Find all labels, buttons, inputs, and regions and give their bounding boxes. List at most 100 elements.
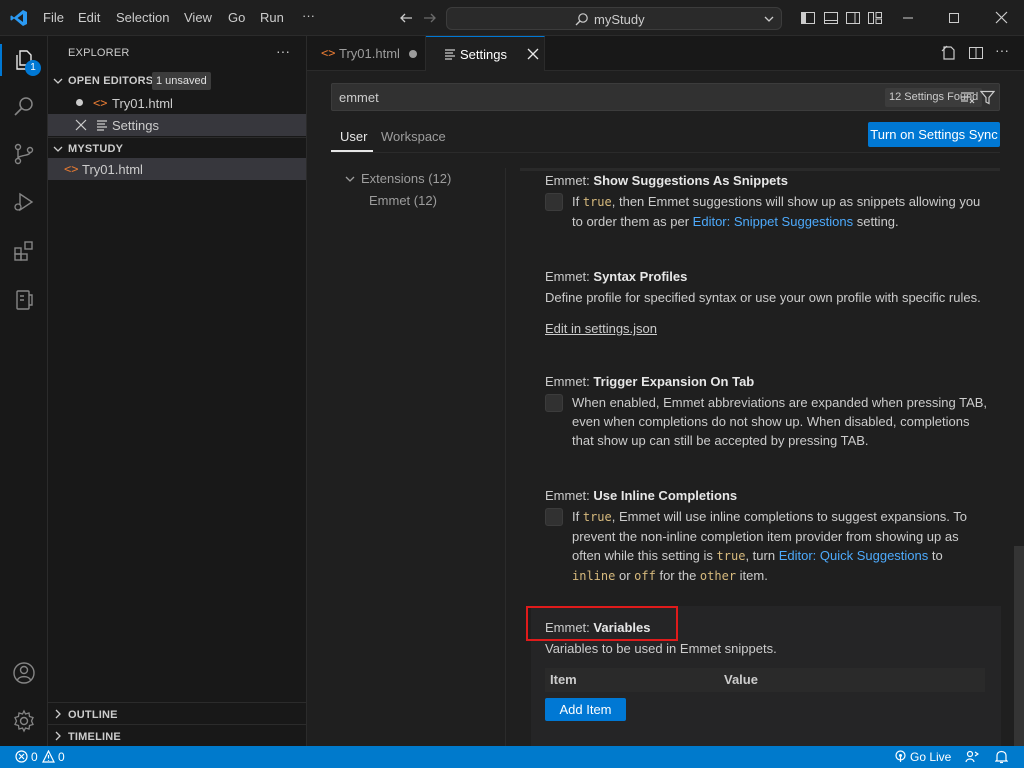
close-window-icon[interactable]: [995, 11, 1008, 24]
back-arrow-icon[interactable]: [399, 11, 413, 25]
open-editors-header[interactable]: OPEN EDITORS 1 unsaved: [48, 70, 306, 92]
status-bar: 0 0 Go Live: [0, 746, 1024, 768]
tab-label: Settings: [460, 47, 507, 62]
toc-divider: [505, 168, 506, 746]
menu-view[interactable]: View: [184, 10, 212, 25]
manage-gear-icon[interactable]: [12, 709, 36, 733]
clear-filter-icon[interactable]: [960, 91, 975, 104]
quick-suggestions-link[interactable]: Editor: Quick Suggestions: [779, 548, 929, 563]
more-actions-icon[interactable]: ···: [995, 42, 1009, 58]
forward-arrow-icon[interactable]: [423, 11, 437, 25]
setting-desc-inline-completions: If true, Emmet will use inline completio…: [572, 509, 968, 583]
minimize-icon[interactable]: [902, 12, 914, 24]
search-value: emmet: [339, 90, 379, 105]
filter-icon[interactable]: [980, 90, 995, 105]
extensions-icon[interactable]: [12, 239, 36, 263]
timeline-label: TIMELINE: [68, 731, 121, 743]
toggle-panel-icon[interactable]: [823, 10, 839, 26]
scope-tab-user[interactable]: User: [340, 129, 367, 144]
settings-editor: emmet 12 Settings Found User Workspace T…: [307, 71, 1024, 746]
tab-settings[interactable]: Settings: [426, 36, 545, 72]
close-icon[interactable]: [527, 48, 539, 60]
open-settings-json-icon[interactable]: [941, 45, 957, 61]
search-icon: [575, 12, 589, 26]
open-editor-label: Settings: [112, 118, 159, 133]
setting-title-inline-completions: Emmet: Use Inline Completions: [545, 488, 738, 503]
turn-on-settings-sync-button[interactable]: Turn on Settings Sync: [868, 122, 1000, 147]
tab-label: Try01.html: [339, 46, 400, 61]
html-file-icon: <>: [64, 162, 79, 176]
split-editor-icon[interactable]: [968, 45, 984, 61]
settings-file-icon: [444, 49, 456, 60]
command-center-search[interactable]: myStudy: [446, 7, 782, 30]
menu-selection[interactable]: Selection: [116, 10, 169, 25]
open-editor-item-try01[interactable]: <> Try01.html: [48, 92, 306, 114]
show-suggestions-checkbox[interactable]: [545, 193, 563, 211]
snippet-suggestions-link[interactable]: Editor: Snippet Suggestions: [693, 214, 853, 229]
settings-search-input[interactable]: emmet 12 Settings Found: [331, 83, 1000, 111]
menu-edit[interactable]: Edit: [78, 10, 100, 25]
source-control-icon[interactable]: [12, 142, 36, 166]
file-item-try01[interactable]: <> Try01.html: [48, 158, 306, 180]
title-bar: File Edit Selection View Go Run ··· mySt…: [0, 0, 1024, 36]
chevron-down-icon[interactable]: [763, 13, 775, 25]
toggle-primary-sidebar-icon[interactable]: [800, 10, 816, 26]
menu-run[interactable]: Run: [260, 10, 284, 25]
add-item-button[interactable]: Add Item: [545, 698, 626, 721]
go-live-button[interactable]: Go Live: [910, 750, 951, 764]
inline-completions-checkbox[interactable]: [545, 508, 563, 526]
command-center-label: myStudy: [594, 12, 645, 27]
feedback-icon[interactable]: [965, 750, 979, 763]
setting-desc-trigger-expansion: When enabled, Emmet abbreviations are ex…: [572, 395, 988, 448]
explorer-badge: 1: [25, 60, 41, 76]
explorer-more-actions[interactable]: ···: [276, 43, 290, 59]
explorer-sidebar: EXPLORER ··· OPEN EDITORS 1 unsaved <> T…: [48, 36, 307, 746]
toc-extensions[interactable]: Extensions (12): [361, 171, 451, 186]
warning-icon: [42, 750, 55, 763]
vscode-logo-icon: [10, 9, 28, 27]
menu-file[interactable]: File: [43, 10, 64, 25]
error-count[interactable]: 0: [31, 750, 38, 764]
settings-file-icon: [96, 120, 108, 131]
account-icon[interactable]: [12, 661, 36, 685]
customize-layout-icon[interactable]: [867, 10, 883, 26]
open-editors-label: OPEN EDITORS: [68, 75, 154, 87]
chevron-right-icon: [52, 708, 64, 720]
search-icon[interactable]: [12, 94, 36, 118]
edit-in-settings-json-link[interactable]: Edit in settings.json: [545, 321, 657, 336]
outline-header[interactable]: OUTLINE: [48, 702, 306, 724]
unsaved-dot-icon[interactable]: [409, 50, 417, 58]
activity-bar: 1: [0, 36, 48, 746]
menu-go[interactable]: Go: [228, 10, 245, 25]
explorer-title: EXPLORER: [68, 47, 130, 59]
notifications-bell-icon[interactable]: [995, 750, 1008, 764]
open-editor-item-settings[interactable]: Settings: [48, 114, 306, 136]
remote-explorer-icon[interactable]: [12, 288, 36, 312]
close-icon[interactable]: [75, 119, 87, 131]
tab-try01-html[interactable]: <> Try01.html: [307, 36, 426, 71]
menu-more[interactable]: ···: [302, 8, 315, 23]
setting-desc-show-suggestions: If true, then Emmet suggestions will sho…: [572, 194, 981, 229]
error-icon: [15, 750, 28, 763]
toggle-secondary-sidebar-icon[interactable]: [845, 10, 861, 26]
warning-count[interactable]: 0: [58, 750, 65, 764]
run-debug-icon[interactable]: [12, 190, 36, 214]
broadcast-icon: [894, 750, 907, 763]
scrollbar-thumb[interactable]: [1014, 546, 1024, 746]
chevron-down-icon: [344, 173, 356, 185]
scope-divider: [331, 152, 1000, 153]
outline-label: OUTLINE: [68, 709, 118, 721]
unsaved-dot-icon: [76, 99, 83, 106]
toc-emmet[interactable]: Emmet (12): [369, 193, 437, 208]
trigger-expansion-checkbox[interactable]: [545, 394, 563, 412]
scope-tab-workspace[interactable]: Workspace: [381, 129, 446, 144]
open-editor-label: Try01.html: [112, 96, 173, 111]
editor-tab-bar: <> Try01.html Settings ···: [307, 36, 1024, 72]
folder-header-mystudy[interactable]: MYSTUDY: [48, 137, 306, 159]
maximize-icon[interactable]: [948, 12, 960, 24]
active-indicator: [0, 44, 2, 76]
setting-desc-variables: Variables to be used in Emmet snippets.: [545, 641, 777, 656]
unsaved-badge: 1 unsaved: [152, 72, 211, 90]
timeline-header[interactable]: TIMELINE: [48, 724, 306, 746]
setting-title-trigger-expansion: Emmet: Trigger Expansion On Tab: [545, 374, 755, 389]
